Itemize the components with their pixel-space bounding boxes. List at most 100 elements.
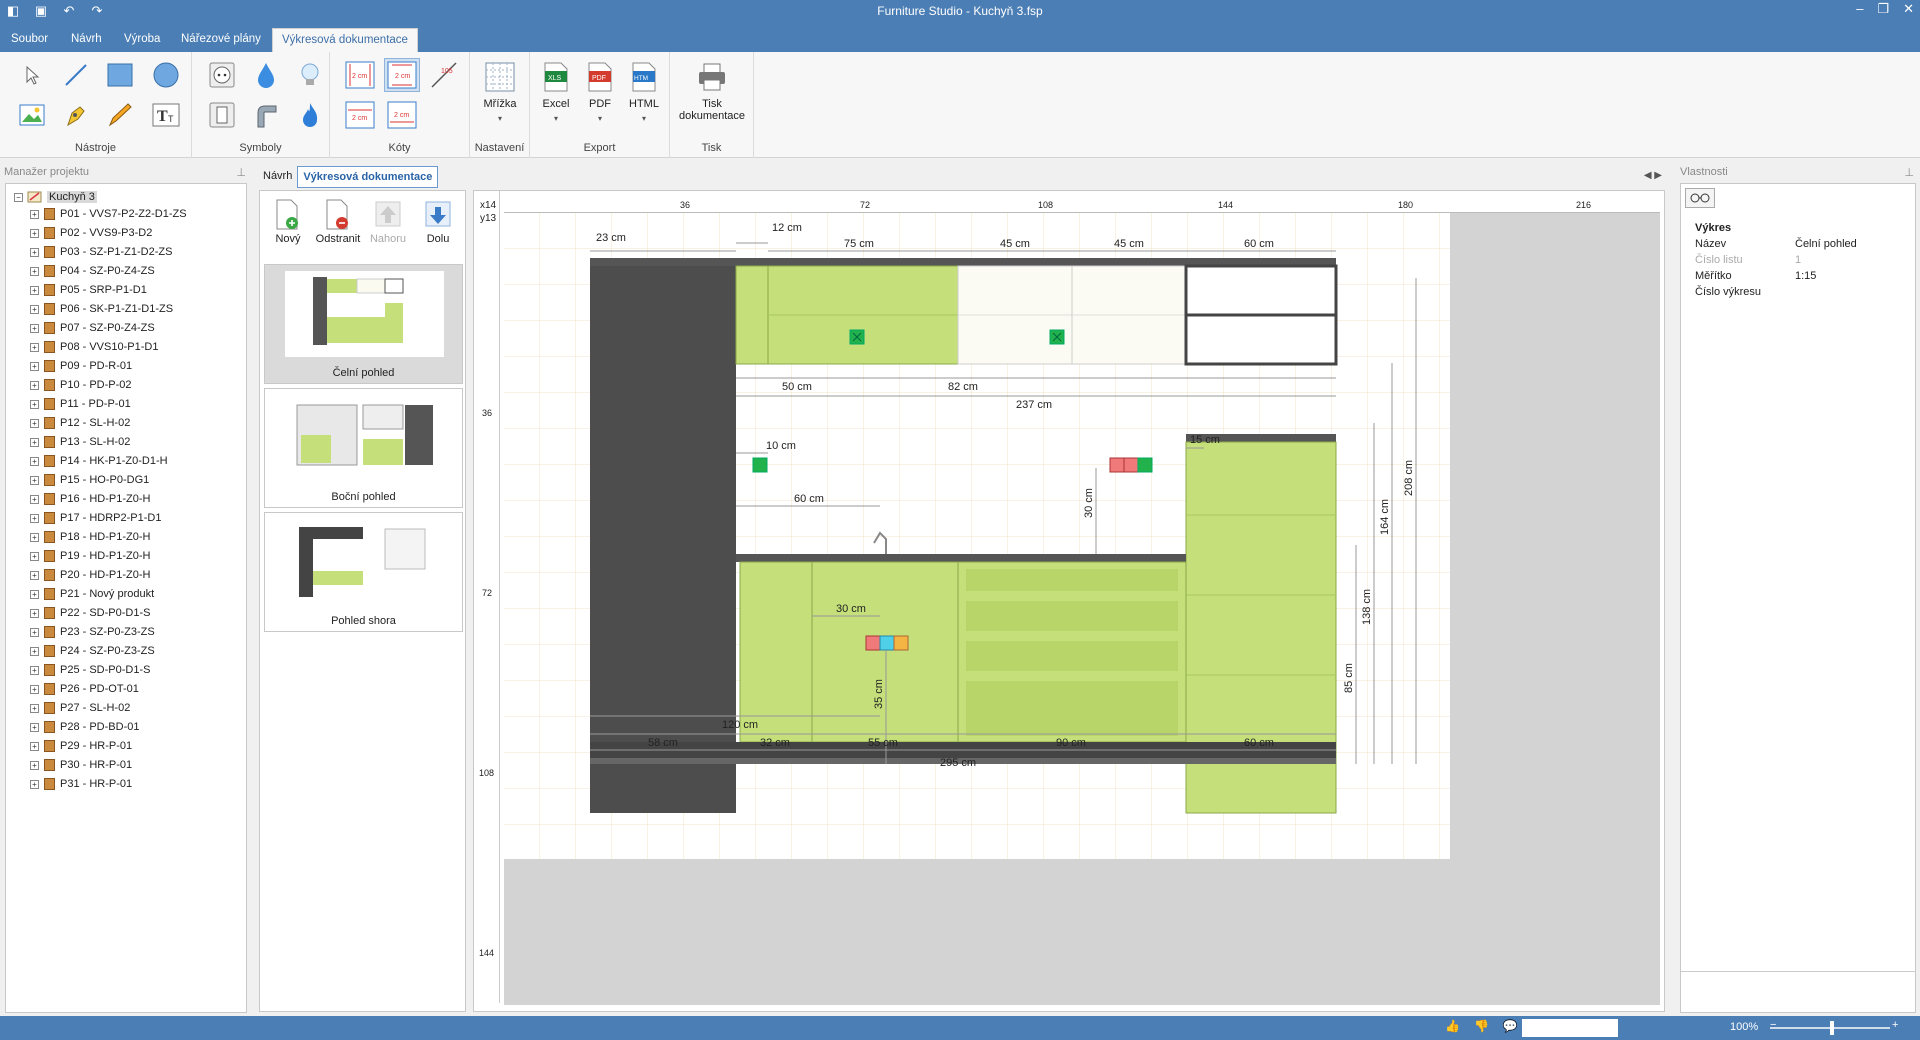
tree-item[interactable]: + P01 - VVS7-P2-Z2-D1-ZS — [30, 206, 187, 222]
sheet-top-view[interactable]: Pohled shora — [264, 512, 463, 632]
expand-icon[interactable]: + — [30, 684, 39, 694]
move-down-button[interactable]: Dolu — [414, 197, 462, 245]
zoom-out-icon[interactable]: − — [1770, 1019, 1776, 1031]
expand-icon[interactable]: + — [30, 589, 39, 599]
tab-soubor[interactable]: Soubor — [2, 28, 57, 52]
comment-icon[interactable]: 💬 — [1503, 1019, 1518, 1033]
tree-item[interactable]: + P02 - VVS9-P3-D2 — [30, 225, 152, 241]
tree-item[interactable]: + P06 - SK-P1-Z1-D1-ZS — [30, 301, 173, 317]
expand-icon[interactable]: + — [30, 342, 39, 352]
tree-item[interactable]: + P16 - HD-P1-Z0-H — [30, 491, 150, 507]
tree-item[interactable]: + P25 - SD-P0-D1-S — [30, 662, 150, 678]
glasses-icon[interactable] — [1685, 188, 1715, 208]
pdf-export-button[interactable]: PDF PDF ▾ — [578, 60, 622, 123]
expand-icon[interactable]: + — [30, 247, 39, 257]
expand-icon[interactable]: + — [30, 665, 39, 675]
tree-item[interactable]: + P19 - HD-P1-Z0-H — [30, 548, 150, 564]
tree-item[interactable]: + P09 - PD-R-01 — [30, 358, 132, 374]
tree-item[interactable]: + P31 - HR-P-01 — [30, 776, 132, 792]
image-tool-icon[interactable] — [14, 98, 50, 132]
print-documentation-button[interactable]: Tisk dokumentace — [678, 60, 746, 122]
tree-item[interactable]: + P20 - HD-P1-Z0-H — [30, 567, 150, 583]
expand-icon[interactable]: + — [30, 570, 39, 580]
tree-root[interactable]: − Kuchyň 3 — [14, 190, 97, 204]
collapse-icon[interactable]: − — [14, 192, 23, 202]
tree-item[interactable]: + P27 - SL-H-02 — [30, 700, 130, 716]
select-tool-icon[interactable] — [14, 58, 50, 92]
tree-item[interactable]: + P11 - PD-P-01 — [30, 396, 131, 412]
sheet-side-view[interactable]: Boční pohled — [264, 388, 463, 508]
expand-icon[interactable]: + — [30, 722, 39, 732]
expand-icon[interactable]: + — [30, 627, 39, 637]
tab-vykresova-doc[interactable]: Výkresová dokumentace — [297, 166, 439, 188]
text-tool-icon[interactable]: TT — [148, 98, 184, 132]
pin-icon[interactable]: ⊥ — [1904, 166, 1914, 179]
drawing-canvas[interactable]: x14 y13 36 72 108 144 36 72 108 144 180 … — [473, 190, 1665, 1012]
expand-icon[interactable]: + — [30, 532, 39, 542]
zoom-slider-handle[interactable] — [1830, 1021, 1834, 1035]
height-dimension-icon[interactable]: 2 cm — [384, 98, 420, 132]
tree-item[interactable]: + P03 - SZ-P1-Z1-D2-ZS — [30, 244, 172, 260]
tab-scroll-arrows[interactable]: ◀ ▶ — [1644, 170, 1662, 181]
tree-item[interactable]: + P21 - Nový produkt — [30, 586, 154, 602]
thumbs-down-icon[interactable]: 👎 — [1474, 1019, 1489, 1033]
sheet-front-view[interactable]: Čelní pohled — [264, 264, 463, 384]
expand-icon[interactable]: + — [30, 399, 39, 409]
tree-item[interactable]: + P24 - SZ-P0-Z3-ZS — [30, 643, 155, 659]
rectangle-tool-icon[interactable] — [102, 58, 138, 92]
tree-item[interactable]: + P23 - SZ-P0-Z3-ZS — [30, 624, 155, 640]
switch-icon[interactable] — [204, 98, 240, 132]
water-drop-icon[interactable] — [248, 58, 284, 92]
gas-flame-icon[interactable] — [292, 98, 328, 132]
property-value[interactable]: 1:15 — [1795, 270, 1911, 286]
restore-button[interactable]: ❐ — [1877, 1, 1889, 17]
horizontal-dimension-icon[interactable]: 2 cm — [342, 58, 378, 92]
vertical-dimension-icon[interactable]: 2 cm — [384, 58, 420, 92]
socket-icon[interactable] — [204, 58, 240, 92]
expand-icon[interactable]: + — [30, 608, 39, 618]
pin-icon[interactable]: ⊥ — [236, 166, 246, 179]
tab-vyroba[interactable]: Výroba — [115, 28, 169, 52]
line-tool-icon[interactable] — [58, 58, 94, 92]
tree-item[interactable]: + P17 - HDRP2-P1-D1 — [30, 510, 161, 526]
pencil-tool-icon[interactable] — [102, 98, 138, 132]
excel-export-button[interactable]: XLS Excel ▾ — [534, 60, 578, 123]
tree-item[interactable]: + P13 - SL-H-02 — [30, 434, 130, 450]
tree-item[interactable]: + P14 - HK-P1-Z0-D1-H — [30, 453, 168, 469]
new-sheet-button[interactable]: Nový — [264, 197, 312, 245]
zoom-in-icon[interactable]: + — [1892, 1019, 1898, 1031]
grid-button[interactable]: Mřížka ▾ — [478, 60, 522, 123]
tab-vykresova-dokumentace[interactable]: Výkresová dokumentace — [272, 28, 418, 52]
tree-item[interactable]: + P30 - HR-P-01 — [30, 757, 132, 773]
tab-navrh-doc[interactable]: Návrh — [258, 166, 297, 188]
tree-item[interactable]: + P10 - PD-P-02 — [30, 377, 132, 393]
expand-icon[interactable]: + — [30, 494, 39, 504]
expand-icon[interactable]: + — [30, 266, 39, 276]
move-up-button[interactable]: Nahoru — [364, 197, 412, 245]
expand-icon[interactable]: + — [30, 779, 39, 789]
pipe-icon[interactable] — [248, 98, 284, 132]
tree-item[interactable]: + P22 - SD-P0-D1-S — [30, 605, 150, 621]
expand-icon[interactable]: + — [30, 323, 39, 333]
tree-item[interactable]: + P29 - HR-P-01 — [30, 738, 132, 754]
close-button[interactable]: ✕ — [1903, 1, 1914, 17]
tree-item[interactable]: + P07 - SZ-P0-Z4-ZS — [30, 320, 155, 336]
tree-item[interactable]: + P18 - HD-P1-Z0-H — [30, 529, 150, 545]
tree-item[interactable]: + P05 - SRP-P1-D1 — [30, 282, 147, 298]
expand-icon[interactable]: + — [30, 209, 39, 219]
html-export-button[interactable]: HTM HTML ▾ — [622, 60, 666, 123]
expand-icon[interactable]: + — [30, 703, 39, 713]
tree-item[interactable]: + P12 - SL-H-02 — [30, 415, 130, 431]
tree-item[interactable]: + P28 - PD-BD-01 — [30, 719, 139, 735]
pen-tool-icon[interactable] — [58, 98, 94, 132]
expand-icon[interactable]: + — [30, 513, 39, 523]
expand-icon[interactable]: + — [30, 380, 39, 390]
tree-item[interactable]: + P15 - HO-P0-DG1 — [30, 472, 149, 488]
property-value[interactable] — [1795, 286, 1911, 302]
expand-icon[interactable]: + — [30, 285, 39, 295]
tree-item[interactable]: + P26 - PD-OT-01 — [30, 681, 139, 697]
tab-navrh[interactable]: Návrh — [62, 28, 111, 52]
expand-icon[interactable]: + — [30, 361, 39, 371]
expand-icon[interactable]: + — [30, 304, 39, 314]
expand-icon[interactable]: + — [30, 475, 39, 485]
